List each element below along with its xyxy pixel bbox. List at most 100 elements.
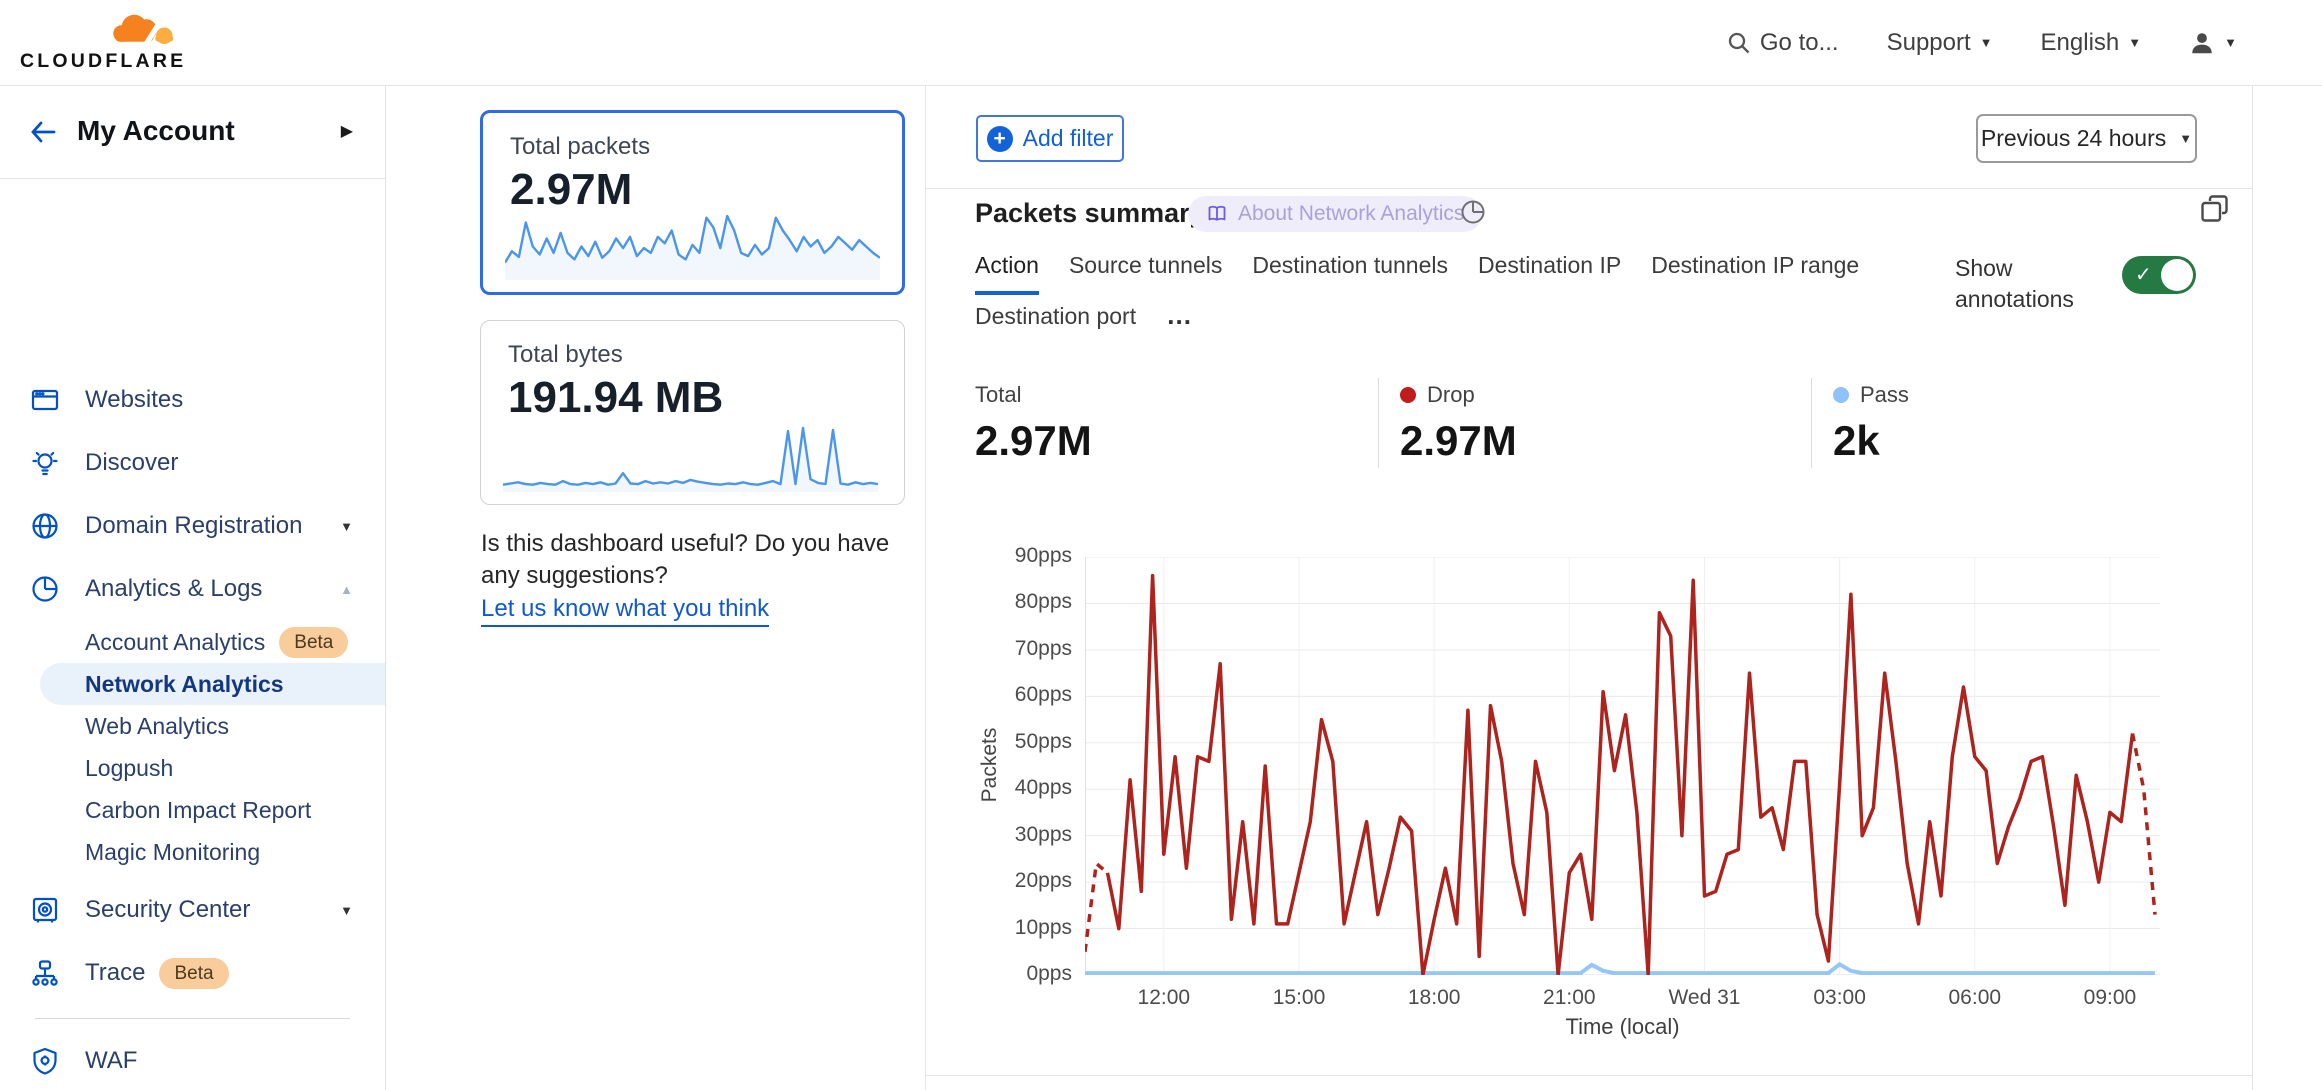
dimension-tabs: Action Source tunnels Destination tunnel… xyxy=(975,252,1859,295)
support-label: Support xyxy=(1887,29,1971,57)
sparkline-line xyxy=(503,428,878,485)
chevron-up-icon: ▲ xyxy=(340,583,353,596)
cloudflare-logo[interactable]: CLOUDFLARE xyxy=(18,4,190,80)
packets-time-series-chart[interactable] xyxy=(1085,557,2160,975)
drop-series-dashed-head xyxy=(1085,864,1108,952)
y-tick-label: 50pps xyxy=(952,730,1072,754)
sidebar-item-carbon-impact-report[interactable]: Carbon Impact Report xyxy=(0,789,385,831)
shield-gear-icon xyxy=(30,1046,60,1076)
stat-divider xyxy=(1811,378,1812,468)
user-icon xyxy=(2189,30,2215,56)
time-range-dropdown[interactable]: Previous 24 hours ▼ xyxy=(1976,114,2197,163)
sidebar-item-security-center[interactable]: Security Center ▼ xyxy=(0,879,385,941)
pie-chart-icon xyxy=(30,574,60,604)
pass-series-line xyxy=(1085,964,2155,973)
pie-chart-icon[interactable] xyxy=(1458,197,1488,227)
sidebar-item-discover[interactable]: Discover xyxy=(0,432,385,494)
packets-sparkline xyxy=(505,208,880,280)
y-axis-title: Packets xyxy=(978,695,1002,835)
chevron-down-icon: ▼ xyxy=(2128,36,2141,49)
language-label: English xyxy=(2041,29,2120,57)
cloudflare-cloud-icon xyxy=(100,8,185,50)
sidebar: My Account ▶ Websites Discover Domain Re… xyxy=(0,85,386,1090)
x-tick-label: 09:00 xyxy=(2055,986,2165,1010)
sidebar-item-magic-monitoring[interactable]: Magic Monitoring xyxy=(0,831,385,873)
tab-source-tunnels[interactable]: Source tunnels xyxy=(1069,252,1222,295)
bytes-sparkline xyxy=(503,420,878,492)
sidebar-item-web-analytics[interactable]: Web Analytics xyxy=(0,705,385,747)
chevron-down-icon: ▼ xyxy=(340,520,353,533)
tab-action[interactable]: Action xyxy=(975,252,1039,295)
x-tick-label: 03:00 xyxy=(1785,986,1895,1010)
stat-divider xyxy=(1378,378,1379,468)
panel-top-border xyxy=(926,188,2252,189)
feedback-question: Is this dashboard useful? Do you have an… xyxy=(481,528,926,592)
lightbulb-icon xyxy=(30,448,60,478)
browser-window-icon xyxy=(30,385,60,415)
stat-drop: Drop 2.97M xyxy=(1400,382,1517,465)
support-menu[interactable]: Support ▼ xyxy=(1887,29,1993,57)
chevron-right-icon[interactable]: ▶ xyxy=(341,121,353,141)
main-left-divider xyxy=(925,85,926,1090)
cloudflare-logo-text: CLOUDFLARE xyxy=(20,50,188,73)
y-tick-label: 90pps xyxy=(952,544,1072,568)
sidebar-item-logpush[interactable]: Logpush xyxy=(0,747,385,789)
sidebar-divider xyxy=(35,1018,350,1019)
chevron-down-icon: ▼ xyxy=(1980,36,1993,49)
trace-flow-icon xyxy=(30,958,60,988)
tab-destination-ip-range[interactable]: Destination IP range xyxy=(1651,252,1859,295)
user-menu[interactable]: ▼ xyxy=(2189,30,2237,56)
sparkline-area xyxy=(505,216,880,280)
back-arrow-icon[interactable] xyxy=(26,115,60,149)
sidebar-item-domain-registration[interactable]: Domain Registration ▼ xyxy=(0,495,385,557)
chevron-down-icon: ▼ xyxy=(340,904,353,917)
sidebar-item-account-analytics[interactable]: Account Analytics Beta xyxy=(0,621,385,663)
drop-series-line xyxy=(1108,576,2133,975)
x-tick-label: 21:00 xyxy=(1514,986,1624,1010)
tab-destination-tunnels[interactable]: Destination tunnels xyxy=(1252,252,1448,295)
tab-destination-ip[interactable]: Destination IP xyxy=(1478,252,1621,295)
x-tick-label: 12:00 xyxy=(1109,986,1219,1010)
total-bytes-card[interactable]: Total bytes 191.94 MB xyxy=(480,320,905,505)
y-tick-label: 70pps xyxy=(952,637,1072,661)
drop-series-dashed-tail xyxy=(2133,734,2156,915)
plus-icon: + xyxy=(987,126,1013,152)
sidebar-item-network-analytics[interactable]: Network Analytics xyxy=(0,663,385,705)
show-annotations-label: Show annotations xyxy=(1955,253,2085,315)
book-icon xyxy=(1206,203,1228,225)
x-tick-label: 06:00 xyxy=(1920,986,2030,1010)
main-right-divider xyxy=(2252,85,2253,1090)
total-packets-card[interactable]: Total packets 2.97M xyxy=(480,110,905,295)
go-to-label: Go to... xyxy=(1760,29,1839,57)
x-tick-label: 15:00 xyxy=(1244,986,1354,1010)
sidebar-item-trace[interactable]: Trace Beta xyxy=(0,942,385,1004)
check-icon: ✓ xyxy=(2135,262,2152,287)
stat-total: Total 2.97M xyxy=(975,382,1092,465)
account-header: My Account ▶ xyxy=(0,85,385,179)
dimension-tabs-row2: Destination port … xyxy=(975,303,1194,342)
y-tick-label: 60pps xyxy=(952,683,1072,707)
globe-icon xyxy=(30,511,60,541)
tab-destination-port[interactable]: Destination port xyxy=(975,303,1136,342)
go-to-search[interactable]: Go to... xyxy=(1727,29,1839,57)
top-header-menus: Go to... Support ▼ English ▼ ▼ xyxy=(1727,0,2237,85)
safe-icon xyxy=(30,895,60,925)
feedback-link[interactable]: Let us know what you think xyxy=(481,595,769,627)
beta-badge: Beta xyxy=(279,627,348,658)
panel-title: Packets summary xyxy=(975,198,1205,229)
about-network-analytics-badge[interactable]: About Network Analytics xyxy=(1188,196,1482,232)
y-tick-label: 80pps xyxy=(952,590,1072,614)
add-filter-button[interactable]: + Add filter xyxy=(976,115,1124,162)
sidebar-item-websites[interactable]: Websites xyxy=(0,369,385,431)
y-tick-label: 0pps xyxy=(952,962,1072,986)
stat-pass: Pass 2k xyxy=(1833,382,1909,465)
language-menu[interactable]: English ▼ xyxy=(2041,29,2142,57)
show-annotations-toggle[interactable]: ✓ xyxy=(2122,256,2196,294)
sidebar-item-analytics-logs[interactable]: Analytics & Logs ▲ xyxy=(0,558,385,620)
expand-panel-icon[interactable] xyxy=(2198,192,2232,226)
card-value: 191.94 MB xyxy=(508,373,723,423)
more-tabs-button[interactable]: … xyxy=(1166,300,1194,331)
sidebar-item-waf[interactable]: WAF xyxy=(0,1030,385,1090)
beta-badge: Beta xyxy=(159,958,228,989)
top-header: CLOUDFLARE Go to... Support ▼ English ▼ … xyxy=(0,0,2322,86)
